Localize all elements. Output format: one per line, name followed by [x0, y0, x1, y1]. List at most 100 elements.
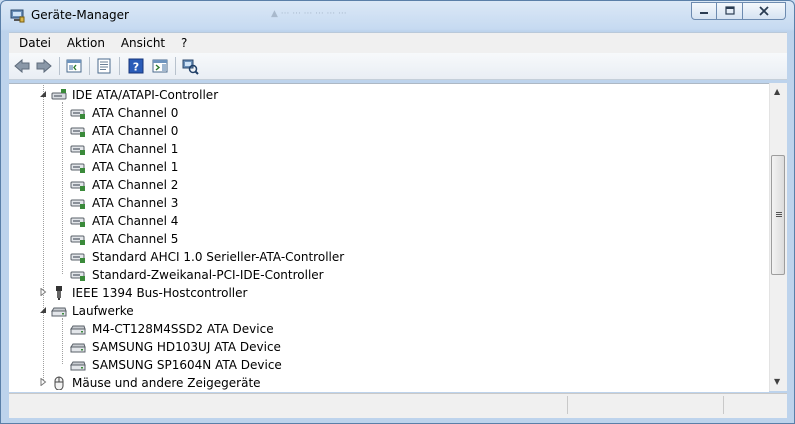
ide-controller-icon — [51, 89, 67, 100]
tree-node-label: SAMSUNG SP1604N ATA Device — [92, 358, 282, 372]
ide-controller-icon — [70, 271, 85, 281]
minimize-icon — [700, 12, 708, 14]
ata-channel-icon — [70, 145, 85, 155]
scan-hardware-button[interactable] — [181, 57, 199, 75]
ata-channel-icon — [70, 217, 85, 227]
help-icon: ? — [128, 58, 144, 74]
tree-node-device[interactable]: ATA Channel 0 — [9, 104, 749, 122]
tree-node-device[interactable]: ATA Channel 0 — [9, 122, 749, 140]
tree-node-ide-controller[interactable]: IDE ATA/ATAPI-Controller — [9, 86, 749, 104]
action-pane-icon — [152, 59, 168, 73]
tree-node-device[interactable]: ATA Channel 4 — [9, 212, 749, 230]
title-bar[interactable]: Geräte-Manager ▲ ··· ··· ··· ··· ··· ··· — [1, 1, 794, 31]
ide-controller-icon — [70, 253, 85, 263]
toolbar-separator — [59, 57, 60, 75]
tree-node-label: ATA Channel 4 — [92, 214, 179, 228]
tree-node-label: ATA Channel 1 — [92, 142, 179, 156]
menu-ansicht[interactable]: Ansicht — [115, 33, 171, 53]
status-bar — [9, 393, 787, 418]
svg-text:?: ? — [133, 61, 139, 74]
properties-icon — [97, 58, 111, 74]
minimize-button[interactable] — [691, 2, 717, 20]
tree-node-label: IDE ATA/ATAPI-Controller — [72, 88, 219, 102]
disk-drive-icon — [70, 325, 86, 335]
show-hide-console-tree-icon — [66, 59, 82, 73]
tree-node-label: Mäuse und andere Zeigegeräte — [72, 376, 261, 390]
collapse-arrow-icon[interactable] — [39, 306, 47, 314]
close-button[interactable] — [743, 2, 786, 20]
tree-node-label: Standard-Zweikanal-PCI-IDE-Controller — [92, 268, 324, 282]
ata-channel-icon — [70, 109, 85, 119]
vertical-scrollbar[interactable]: ▲ ▼ — [769, 83, 787, 391]
tree-node-device[interactable]: M4-CT128M4SSD2 ATA Device — [9, 320, 749, 338]
tree-node-label: ATA Channel 0 — [92, 124, 179, 138]
tree-node-label: ATA Channel 2 — [92, 178, 179, 192]
tree-node-device[interactable]: ATA Channel 5 — [9, 230, 749, 248]
tree-node-device[interactable]: ATA Channel 2 — [9, 176, 749, 194]
status-divider — [567, 396, 568, 414]
toolbar: ? — [9, 53, 787, 80]
tree-node-label: ATA Channel 5 — [92, 232, 179, 246]
properties-button[interactable] — [95, 57, 113, 75]
menu-bar: Datei Aktion Ansicht ? — [9, 32, 787, 53]
tree-node-mice[interactable]: Mäuse und andere Zeigegeräte — [9, 374, 749, 392]
tree-node-ieee1394[interactable]: IEEE 1394 Bus-Hostcontroller — [9, 284, 749, 302]
tree-node-device[interactable]: SAMSUNG HD103UJ ATA Device — [9, 338, 749, 356]
collapse-arrow-icon[interactable] — [39, 90, 47, 98]
disk-drive-icon — [70, 361, 86, 371]
show-hide-console-tree-button[interactable] — [65, 57, 83, 75]
action-pane-button[interactable] — [151, 57, 169, 75]
status-divider — [723, 396, 724, 414]
forward-icon — [36, 58, 52, 74]
tree-node-label: Standard AHCI 1.0 Serieller-ATA-Controll… — [92, 250, 345, 264]
device-manager-icon — [10, 9, 25, 23]
tree-node-device[interactable]: ATA Channel 1 — [9, 158, 749, 176]
disk-drive-icon — [51, 307, 67, 317]
mouse-icon — [54, 376, 64, 390]
device-manager-window: Geräte-Manager ▲ ··· ··· ··· ··· ··· ···… — [0, 0, 795, 424]
ieee1394-icon — [56, 286, 62, 300]
ata-channel-icon — [70, 181, 85, 191]
maximize-icon — [724, 6, 735, 15]
tree-node-label: ATA Channel 1 — [92, 160, 179, 174]
scrollbar-thumb[interactable] — [771, 155, 785, 275]
grip-icon — [776, 212, 782, 213]
toolbar-separator — [175, 57, 176, 75]
tree-node-label: M4-CT128M4SSD2 ATA Device — [92, 322, 274, 336]
tree-node-drives[interactable]: Laufwerke — [9, 302, 749, 320]
tree-node-label: ATA Channel 0 — [92, 106, 179, 120]
device-tree: IDE ATA/ATAPI-Controller ATA Channel 0 A… — [9, 83, 769, 392]
maximize-button[interactable] — [717, 2, 743, 20]
ata-channel-icon — [70, 127, 85, 137]
scroll-up-icon[interactable]: ▲ — [774, 87, 780, 96]
tree-node-label: IEEE 1394 Bus-Hostcontroller — [72, 286, 248, 300]
scan-hardware-icon — [182, 59, 199, 75]
tree-node-device[interactable]: ATA Channel 1 — [9, 140, 749, 158]
expand-arrow-icon[interactable] — [39, 288, 47, 296]
ata-channel-icon — [70, 163, 85, 173]
disk-drive-icon — [70, 343, 86, 353]
window-title: Geräte-Manager — [31, 8, 129, 22]
scroll-down-icon[interactable]: ▼ — [774, 377, 780, 386]
background-title-text: ▲ ··· ··· ··· ··· ··· ··· — [271, 9, 347, 19]
toolbar-separator — [89, 57, 90, 75]
tree-node-device[interactable]: Standard-Zweikanal-PCI-IDE-Controller — [9, 266, 749, 284]
help-button[interactable]: ? — [127, 57, 145, 75]
tree-node-label: Laufwerke — [72, 304, 134, 318]
tree-node-device[interactable]: SAMSUNG SP1604N ATA Device — [9, 356, 749, 374]
menu-aktion[interactable]: Aktion — [61, 33, 111, 53]
toolbar-separator — [119, 57, 120, 75]
tree-node-device[interactable]: Standard AHCI 1.0 Serieller-ATA-Controll… — [9, 248, 749, 266]
tree-node-label: ATA Channel 3 — [92, 196, 179, 210]
back-icon — [14, 58, 30, 74]
tree-node-label: SAMSUNG HD103UJ ATA Device — [92, 340, 281, 354]
ata-channel-icon — [70, 199, 85, 209]
back-button[interactable] — [13, 57, 31, 75]
ata-channel-icon — [70, 235, 85, 245]
forward-button[interactable] — [35, 57, 53, 75]
menu-help[interactable]: ? — [175, 33, 193, 53]
tree-node-device[interactable]: ATA Channel 3 — [9, 194, 749, 212]
close-icon — [759, 6, 769, 16]
menu-datei[interactable]: Datei — [13, 33, 57, 53]
expand-arrow-icon[interactable] — [39, 378, 47, 386]
